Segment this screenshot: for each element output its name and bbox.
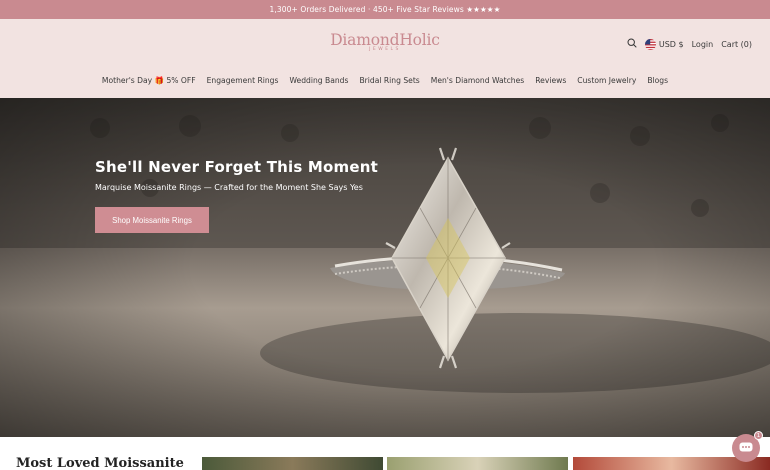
cart-link[interactable]: Cart (0) [721, 40, 752, 49]
site-header: DiamondHolic JEWELS USD $ Login Cart (0)… [0, 19, 770, 98]
nav-item-mothers-day[interactable]: Mother's Day 🎁 5% OFF [102, 76, 196, 85]
announcement-bar: 1,300+ Orders Delivered · 450+ Five Star… [0, 0, 770, 19]
currency-selector[interactable]: USD $ [644, 38, 684, 50]
hero-subtitle: Marquise Moissanite Rings — Crafted for … [95, 183, 363, 192]
announcement-text: 1,300+ Orders Delivered · 450+ Five Star… [269, 5, 501, 14]
nav-item-custom-jewelry[interactable]: Custom Jewelry [577, 76, 636, 85]
chat-icon [739, 439, 753, 458]
product-thumbnail[interactable] [202, 457, 383, 470]
section-title: Most Loved Moissanite [16, 456, 184, 470]
nav-item-bridal-ring-sets[interactable]: Bridal Ring Sets [359, 76, 419, 85]
nav-item-wedding-bands[interactable]: Wedding Bands [289, 76, 348, 85]
us-flag-icon [644, 38, 656, 50]
shop-moissanite-rings-button[interactable]: Shop Moissanite Rings [95, 207, 209, 233]
main-nav: Mother's Day 🎁 5% OFF Engagement Rings W… [0, 76, 770, 85]
nav-item-reviews[interactable]: Reviews [535, 76, 566, 85]
search-icon[interactable] [627, 38, 637, 50]
nav-item-mens-diamond-watches[interactable]: Men's Diamond Watches [431, 76, 524, 85]
product-thumbnail[interactable] [387, 457, 568, 470]
featured-section: Most Loved Moissanite [0, 437, 770, 470]
currency-label: USD $ [658, 39, 684, 49]
hero-title: She'll Never Forget This Moment [95, 158, 378, 176]
nav-item-blogs[interactable]: Blogs [647, 76, 668, 85]
chat-badge: 1 [754, 431, 763, 440]
login-link[interactable]: Login [692, 40, 714, 49]
hero-banner: She'll Never Forget This Moment Marquise… [0, 98, 770, 437]
nav-item-engagement-rings[interactable]: Engagement Rings [207, 76, 279, 85]
hero-ring-image [0, 98, 770, 437]
header-utilities: USD $ Login Cart (0) [627, 38, 752, 50]
